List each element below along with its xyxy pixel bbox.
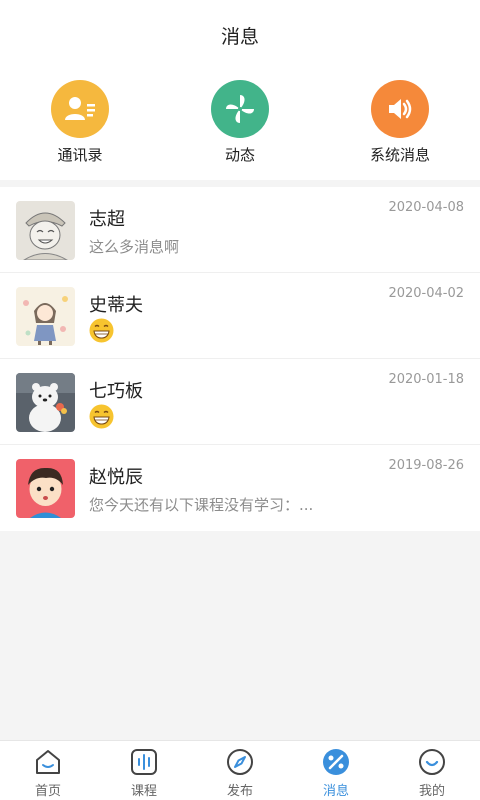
- conversation-row[interactable]: 七巧板 2020-01-18: [0, 359, 480, 445]
- header: 消息 通讯录 动态 系统消息: [0, 0, 480, 180]
- page-title: 消息: [220, 26, 259, 48]
- message-date: 2020-04-08: [388, 200, 464, 215]
- message-icon: [323, 749, 349, 775]
- grin-emoji-icon: [89, 404, 114, 429]
- tab-home[interactable]: 首页: [0, 741, 96, 800]
- tab-label: 课程: [130, 784, 157, 799]
- contacts-label: 通讯录: [57, 146, 103, 164]
- conversation-list: 志超 2020-04-08 这么多消息啊 史蒂夫 2020-04-02 七巧板 …: [0, 187, 480, 531]
- pinwheel-icon: [211, 80, 269, 138]
- system-messages-label: 系统消息: [369, 146, 430, 164]
- contacts-icon: [51, 80, 109, 138]
- bottom-tab-bar: 首页 课程 发布 消息 我的: [0, 740, 480, 800]
- speaker-icon: [371, 80, 429, 138]
- conversation-row[interactable]: 志超 2020-04-08 这么多消息啊: [0, 187, 480, 273]
- contact-name: 史蒂夫: [89, 295, 143, 316]
- contact-name: 七巧板: [89, 381, 143, 402]
- contact-name: 志超: [89, 209, 125, 230]
- grin-emoji-icon: [89, 318, 114, 343]
- girl-flowers-avatar: [16, 287, 75, 346]
- tab-publish[interactable]: 发布: [192, 741, 288, 800]
- tab-course[interactable]: 课程: [96, 741, 192, 800]
- moments-label: 动态: [224, 146, 255, 164]
- sketch-boy-avatar: [16, 201, 75, 260]
- tab-messages[interactable]: 消息: [288, 741, 384, 800]
- conversation-row[interactable]: 史蒂夫 2020-04-02: [0, 273, 480, 359]
- tab-label: 首页: [34, 784, 61, 799]
- message-date: 2020-04-02: [388, 286, 464, 301]
- message-preview: 您今天还有以下课程没有学习：...: [89, 496, 314, 514]
- contacts-button[interactable]: 通讯录: [20, 80, 140, 165]
- message-preview: 这么多消息啊: [89, 238, 180, 256]
- cartoon-boy-avatar: [16, 459, 75, 518]
- contact-name: 赵悦辰: [89, 467, 143, 488]
- conversation-row[interactable]: 赵悦辰 2019-08-26 您今天还有以下课程没有学习：...: [0, 445, 480, 531]
- home-icon: [36, 750, 60, 774]
- profile-icon: [419, 749, 445, 775]
- tab-profile[interactable]: 我的: [384, 741, 480, 800]
- moments-button[interactable]: 动态: [180, 80, 300, 165]
- tab-label: 发布: [226, 784, 253, 799]
- tab-label: 我的: [418, 784, 445, 799]
- message-date: 2019-08-26: [388, 458, 464, 473]
- tab-label: 消息: [322, 784, 349, 799]
- compass-icon: [227, 749, 253, 775]
- polar-bear-avatar: [16, 373, 75, 432]
- course-icon: [131, 749, 157, 775]
- message-date: 2020-01-18: [388, 372, 464, 387]
- system-messages-button[interactable]: 系统消息: [340, 80, 460, 165]
